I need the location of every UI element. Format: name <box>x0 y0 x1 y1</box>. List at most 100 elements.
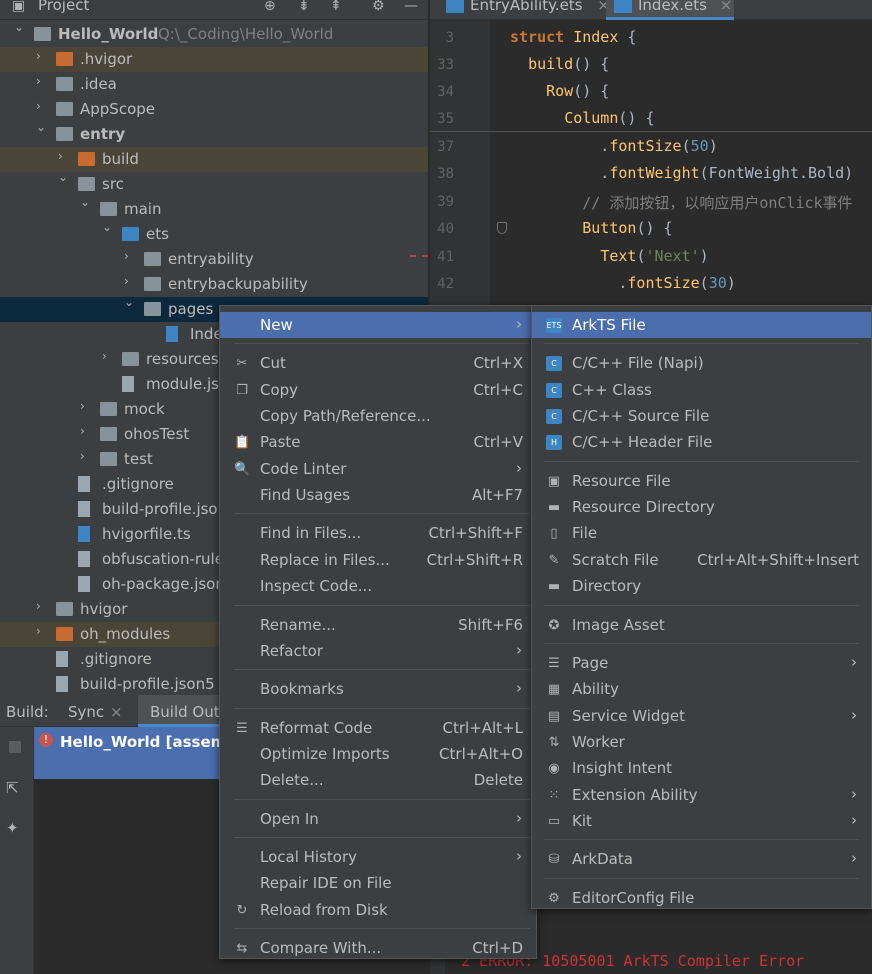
file-menu-item[interactable]: ▯ File <box>532 520 871 546</box>
cpp-source-icon: C <box>546 409 562 425</box>
image-asset-menu-item[interactable]: ✪ Image Asset <box>532 612 871 638</box>
menu-item-label: Directory <box>572 577 642 596</box>
hide-icon[interactable]: — <box>404 0 418 14</box>
cut-menu-item[interactable]: ✂ Cut Ctrl+X <box>220 350 536 376</box>
insight-intent-menu-item[interactable]: ◉ Insight Intent <box>532 755 871 781</box>
project-panel-title[interactable]: Project <box>38 0 89 14</box>
extension-ability-menu-item[interactable]: ⁙ Extension Ability › <box>532 782 871 808</box>
local-history-menu-item[interactable]: Local History › <box>220 844 536 870</box>
locate-icon[interactable]: ⊕ <box>264 0 276 14</box>
collapse-all-icon[interactable]: ⇞ <box>330 0 342 14</box>
tree-item[interactable]: ⌄ Hello_World Q:\_Coding\Hello_World <box>0 20 428 47</box>
tree-item[interactable]: ⌄ ets <box>0 220 428 247</box>
open-in-menu-item[interactable]: Open In › <box>220 806 536 832</box>
ability-menu-item[interactable]: ▦ Ability <box>532 676 871 702</box>
external-link-icon[interactable]: ⇱ <box>6 779 19 797</box>
chevron-icon[interactable]: › <box>36 99 41 113</box>
directory-menu-item[interactable]: ▬ Directory <box>532 573 871 599</box>
service-widget-menu-item[interactable]: ▤ Service Widget › <box>532 703 871 729</box>
folder-icon <box>56 102 73 116</box>
tree-item-label: build-profile.json5 <box>102 500 237 518</box>
code-token: ) <box>708 137 718 155</box>
chevron-icon[interactable]: › <box>36 624 41 638</box>
inspect-code-menu-item[interactable]: Inspect Code... <box>220 573 536 599</box>
kit-menu-item[interactable]: ▭ Kit › <box>532 808 871 834</box>
expand-all-icon[interactable]: ⇟ <box>298 0 310 14</box>
tree-item[interactable]: ⌄ main <box>0 195 428 222</box>
tab-entryability[interactable]: EntryAbility.ets × <box>438 0 610 20</box>
paste-menu-item[interactable]: 📋 Paste Ctrl+V <box>220 429 536 455</box>
tab-index[interactable]: Index.ets × <box>606 0 734 20</box>
chevron-icon[interactable]: ⌄ <box>36 120 46 134</box>
chevron-icon[interactable]: › <box>80 399 85 413</box>
compare-with-menu-item[interactable]: ⇆ Compare With... Ctrl+D <box>220 935 536 961</box>
reformat-code-icon: ☰ <box>236 720 248 736</box>
delete-menu-item[interactable]: Delete... Delete <box>220 767 536 793</box>
close-icon[interactable]: × <box>720 0 733 14</box>
menu-item-label: Image Asset <box>572 615 665 634</box>
resource-directory-menu-item[interactable]: ▬ Resource Directory <box>532 494 871 520</box>
chevron-icon[interactable]: › <box>124 274 129 288</box>
fold-icon[interactable] <box>497 222 507 234</box>
menu-item-label: Resource Directory <box>572 498 715 517</box>
chevron-icon[interactable]: ⌄ <box>124 295 134 309</box>
tree-item[interactable]: ⌄ src <box>0 170 428 197</box>
chevron-icon[interactable]: ⌄ <box>102 220 112 234</box>
chevron-icon[interactable]: › <box>102 349 107 363</box>
tree-item[interactable]: › entryability <box>0 247 428 272</box>
optimize-imports-menu-item[interactable]: Optimize Imports Ctrl+Alt+O <box>220 741 536 767</box>
cpp-class-menu-item[interactable]: C C++ Class <box>532 377 871 403</box>
tab-sync[interactable]: Sync <box>68 703 104 721</box>
pin-icon[interactable]: ✦ <box>6 819 19 837</box>
editorconfig-file-icon: ⚙ <box>548 890 560 906</box>
replace-in-files-menu-item[interactable]: Replace in Files... Ctrl+Shift+R <box>220 547 536 573</box>
chevron-icon[interactable]: › <box>36 49 41 63</box>
menu-item-label: ArkData <box>572 850 633 869</box>
scratch-file-menu-item[interactable]: ✎ Scratch File Ctrl+Alt+Shift+Insert <box>532 547 871 573</box>
tree-item[interactable]: › entrybackupability <box>0 272 428 297</box>
menu-item-shortcut: Shift+F6 <box>458 615 523 634</box>
arkts-file-menu-item[interactable]: ETS ArkTS File <box>532 312 871 338</box>
tree-item-label: .idea <box>80 75 117 93</box>
page-menu-item[interactable]: ☰ Page › <box>532 650 871 676</box>
kit-icon: ▭ <box>547 813 561 829</box>
repair-ide-menu-item[interactable]: Repair IDE on File <box>220 870 536 896</box>
find-usages-menu-item[interactable]: Find Usages Alt+F7 <box>220 482 536 508</box>
bookmarks-menu-item[interactable]: Bookmarks › <box>220 676 536 702</box>
tree-item[interactable]: › AppScope <box>0 97 428 122</box>
cpp-source-menu-item[interactable]: C C/C++ Source File <box>532 403 871 429</box>
cpp-header-menu-item[interactable]: H C/C++ Header File <box>532 429 871 455</box>
new-menu-item[interactable]: New › <box>220 312 536 338</box>
chevron-icon[interactable]: › <box>36 599 41 613</box>
rename-menu-item[interactable]: Rename... Shift+F6 <box>220 612 536 638</box>
refactor-menu-item[interactable]: Refactor › <box>220 638 536 664</box>
code-linter-menu-item[interactable]: 🔍 Code Linter › <box>220 456 536 482</box>
gear-icon[interactable]: ⚙ <box>372 0 385 14</box>
ets-file-icon <box>446 0 464 13</box>
close-icon[interactable]: × <box>110 703 123 721</box>
chevron-icon[interactable]: › <box>58 149 63 163</box>
worker-menu-item[interactable]: ⇅ Worker <box>532 729 871 755</box>
copy-path-menu-item[interactable]: Copy Path/Reference... <box>220 403 536 429</box>
chevron-icon[interactable]: ⌄ <box>14 20 24 34</box>
editorconfig-file-menu-item[interactable]: ⚙ EditorConfig File <box>532 885 871 911</box>
chevron-icon[interactable]: › <box>124 249 129 263</box>
code-line: .fontSize(30) <box>510 274 735 292</box>
find-in-files-menu-item[interactable]: Find in Files... Ctrl+Shift+F <box>220 520 536 546</box>
stop-icon[interactable] <box>9 741 21 753</box>
arkdata-menu-item[interactable]: ⛁ ArkData › <box>532 846 871 872</box>
chevron-icon[interactable]: › <box>80 449 85 463</box>
resource-file-menu-item[interactable]: ▣ Resource File <box>532 468 871 494</box>
reload-from-disk-menu-item[interactable]: ↻ Reload from Disk <box>220 897 536 923</box>
tree-item[interactable]: › build <box>0 147 428 172</box>
reformat-code-menu-item[interactable]: ☰ Reformat Code Ctrl+Alt+L <box>220 715 536 741</box>
chevron-icon[interactable]: ⌄ <box>80 195 90 209</box>
copy-menu-item[interactable]: ❐ Copy Ctrl+C <box>220 377 536 403</box>
tree-item[interactable]: › .hvigor <box>0 47 428 72</box>
chevron-icon[interactable]: › <box>80 424 85 438</box>
chevron-icon[interactable]: ⌄ <box>58 170 68 184</box>
chevron-icon[interactable]: › <box>36 74 41 88</box>
tree-item[interactable]: ⌄ entry <box>0 120 428 147</box>
cpp-napi-menu-item[interactable]: C C/C++ File (Napi) <box>532 350 871 376</box>
tree-item[interactable]: › .idea <box>0 72 428 97</box>
